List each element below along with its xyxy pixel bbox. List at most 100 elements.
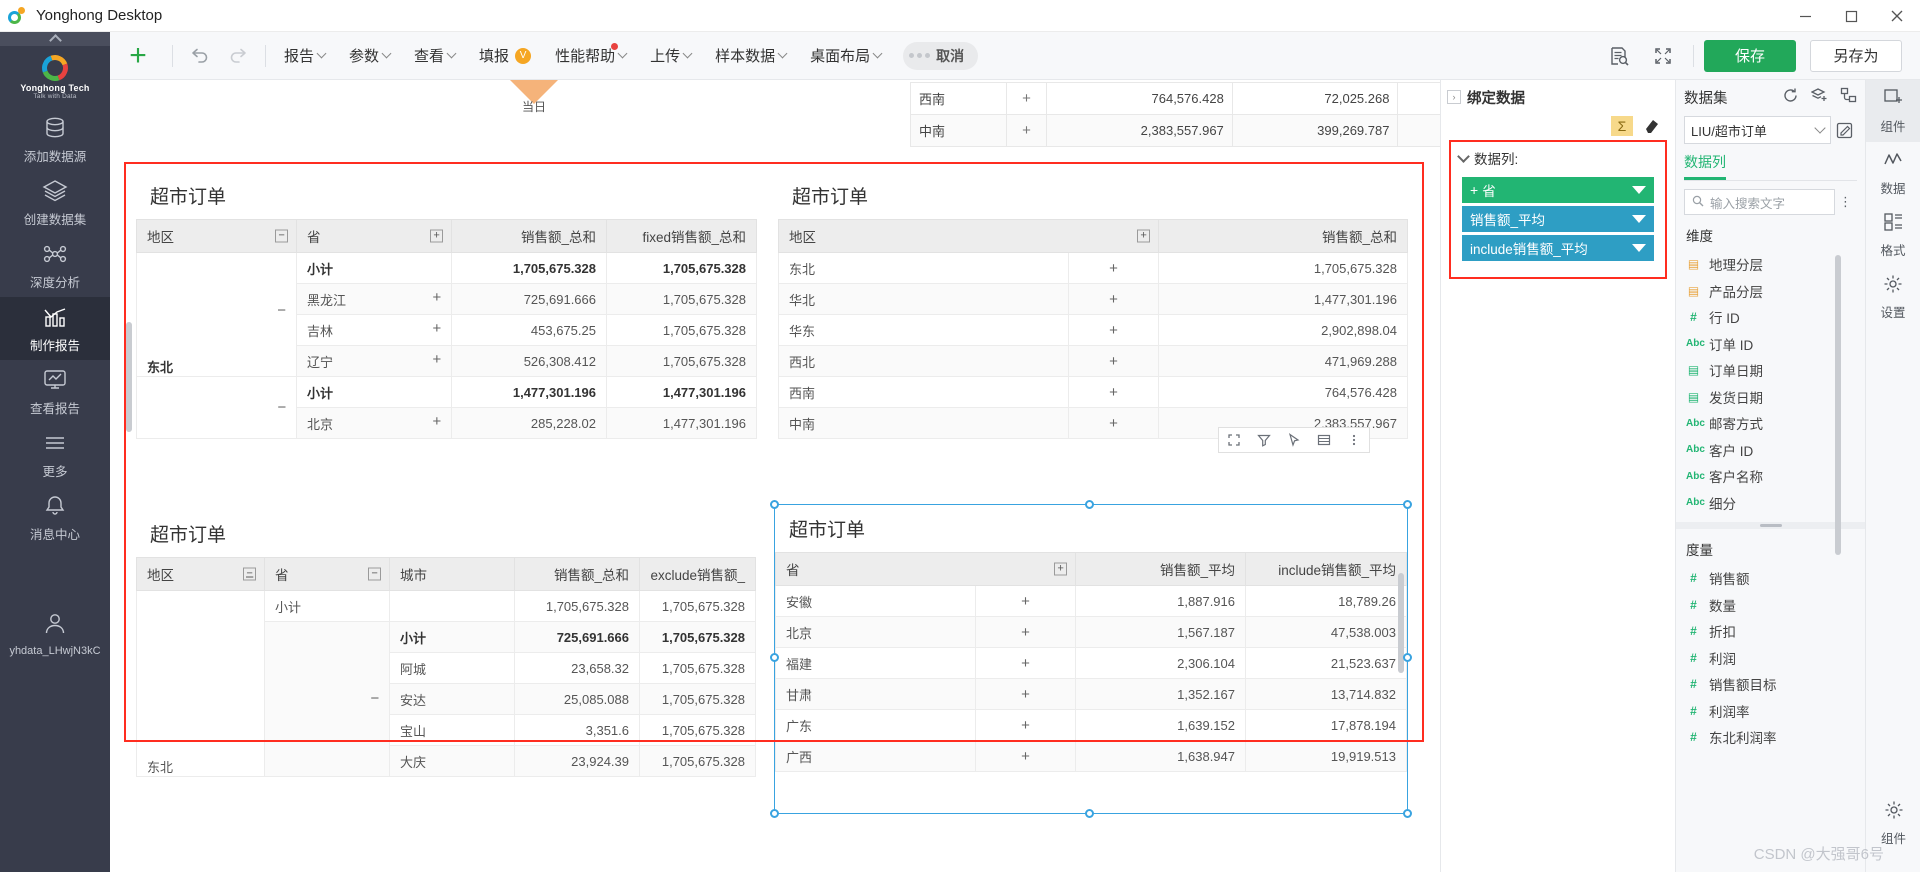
top-partial-table[interactable]: 西南 + 764,576.428 72,025.268 9.4% 中南 + 2,…: [910, 82, 1440, 147]
more-icon[interactable]: [1339, 428, 1369, 452]
rail-item-component[interactable]: 组件: [1866, 80, 1920, 142]
col-header-province[interactable]: 省 +: [296, 219, 452, 253]
collapse-icon[interactable]: −: [245, 569, 254, 586]
fullscreen-icon[interactable]: [1219, 428, 1249, 452]
panel-bottom-right[interactable]: 超市订单 省 + 销售额_平均 include销售额_平均 安徽 + 1,887.…: [770, 500, 1412, 818]
expand-icon[interactable]: +: [432, 351, 441, 368]
table-row[interactable]: 西南 + 764,576.428: [778, 376, 1408, 408]
rail-item-format[interactable]: 格式: [1866, 204, 1920, 266]
col-header-region[interactable]: 地区 +: [778, 219, 1159, 253]
expand-box-icon[interactable]: +: [1137, 229, 1150, 243]
expand-icon[interactable]: +: [1068, 345, 1159, 377]
field-northeast-profit-rate[interactable]: # 东北利润率: [1676, 724, 1865, 751]
expand-icon[interactable]: +: [432, 413, 441, 430]
expand-icon[interactable]: +: [432, 320, 441, 337]
resize-handle-middle-left[interactable]: [770, 653, 779, 662]
chevron-down-icon[interactable]: [1632, 244, 1646, 252]
filter-icon[interactable]: [1249, 428, 1279, 452]
sidebar-item-view-report[interactable]: 查看报告: [0, 360, 110, 423]
menu-fill-report[interactable]: 填报 V: [467, 32, 543, 80]
table-row[interactable]: 甘肃 + 1,352.167 13,714.832: [775, 678, 1407, 710]
col-header-province[interactable]: 省 +: [775, 552, 1076, 586]
relation-icon[interactable]: [1840, 87, 1857, 107]
chevron-down-icon[interactable]: [1632, 215, 1646, 223]
panel-scrollbar[interactable]: [126, 322, 132, 432]
panel-top-left[interactable]: 超市订单 地区 − 省 + 销售额_总和 fixed销售额_总和 − 东北 小计 1…: [126, 172, 757, 439]
col-header-exclude-sales[interactable]: exclude销售额_: [639, 557, 756, 591]
resize-handle-middle-right[interactable]: [1403, 653, 1412, 662]
col-header-region[interactable]: 地区 −: [136, 219, 297, 253]
collapse-icon[interactable]: −: [370, 691, 379, 706]
col-header-province[interactable]: 省 −: [264, 557, 390, 591]
tab-data-columns[interactable]: 数据列: [1684, 152, 1726, 180]
sidebar-item-deep-analysis[interactable]: 深度分析: [0, 234, 110, 297]
expand-icon[interactable]: +: [1068, 314, 1159, 346]
col-header-sales-sum[interactable]: 销售额_总和: [1158, 219, 1408, 253]
collapse-box-icon[interactable]: −: [368, 567, 381, 581]
table-row[interactable]: 华北 + 1,477,301.196: [778, 283, 1408, 315]
expand-box-icon[interactable]: +: [430, 229, 443, 243]
collapse-icon[interactable]: −: [277, 302, 286, 319]
resize-handle-top-center[interactable]: [1085, 500, 1094, 509]
table-row[interactable]: 安徽 + 1,887.916 18,789.26: [775, 585, 1407, 617]
expand-icon[interactable]: +: [1006, 82, 1047, 115]
menu-sample-data[interactable]: 样本数据: [703, 32, 798, 80]
refresh-icon[interactable]: [1782, 87, 1799, 107]
expand-icon[interactable]: +: [975, 709, 1076, 741]
expand-icon[interactable]: +: [975, 678, 1076, 710]
add-button[interactable]: +: [110, 32, 166, 80]
table-row[interactable]: 北京 + 1,567.187 47,538.003: [775, 616, 1407, 648]
col-header-city[interactable]: 城市: [389, 557, 515, 591]
rail-item-data[interactable]: 数据: [1866, 142, 1920, 204]
table-row[interactable]: − 东北 小计 1,705,675.328 1,705,675.328: [136, 252, 757, 377]
expand-icon[interactable]: +: [975, 616, 1076, 648]
menu-view[interactable]: 查看: [402, 32, 467, 80]
redo-icon[interactable]: [219, 32, 259, 80]
table-row[interactable]: 福建 + 2,306.104 21,523.637: [775, 647, 1407, 679]
menu-upload[interactable]: 上传: [638, 32, 703, 80]
field-sales[interactable]: # 销售额: [1676, 565, 1865, 592]
binding-chip-include-sales-avg[interactable]: include销售额_平均: [1462, 235, 1654, 261]
menu-performance-help[interactable]: 性能帮助: [543, 32, 638, 80]
pointer-icon[interactable]: [1279, 428, 1309, 452]
collapse-box-icon[interactable]: −: [275, 229, 288, 243]
more-vertical-icon[interactable]: ⋮: [1835, 194, 1857, 210]
data-columns-header[interactable]: 数据列:: [1457, 148, 1657, 168]
edit-icon[interactable]: [1831, 116, 1857, 144]
sidebar-collapse-button[interactable]: [0, 32, 110, 47]
col-header-sales-sum[interactable]: 销售额_总和: [451, 219, 607, 253]
table-row[interactable]: 广东 + 1,639.152 17,878.194: [775, 709, 1407, 741]
field-quantity[interactable]: # 数量: [1676, 592, 1865, 619]
maximize-icon[interactable]: [1828, 0, 1874, 32]
resize-handle-bottom-center[interactable]: [1085, 809, 1094, 818]
binding-chip-sales-avg[interactable]: 销售额_平均: [1462, 206, 1654, 232]
dataset-select[interactable]: LIU/超市订单: [1684, 116, 1831, 144]
expand-icon[interactable]: +: [975, 740, 1076, 772]
table-row[interactable]: 西南 + 764,576.428 72,025.268 9.4%: [910, 82, 1440, 115]
minimize-icon[interactable]: [1782, 0, 1828, 32]
undo-icon[interactable]: [179, 32, 219, 80]
panel-top-right[interactable]: 超市订单 地区 + 销售额_总和 东北 + 1,705,675.328 华北 + …: [778, 172, 1408, 453]
list-icon[interactable]: [1309, 428, 1339, 452]
dataset-scrollbar[interactable]: [1835, 255, 1841, 555]
collapse-icon[interactable]: −: [277, 400, 286, 415]
menu-report[interactable]: 报告: [272, 32, 337, 80]
resize-handle-bottom-left[interactable]: [770, 809, 779, 818]
field-sales-target[interactable]: # 销售额目标: [1676, 671, 1865, 698]
table-row[interactable]: 广西 + 1,638.947 19,919.513: [775, 740, 1407, 772]
sidebar-item-more[interactable]: 更多: [0, 423, 110, 486]
report-canvas[interactable]: 当日 西南 + 764,576.428 72,025.268 9.4% 中南 +…: [110, 80, 1440, 872]
table-row[interactable]: 华东 + 2,902,898.04: [778, 314, 1408, 346]
expand-icon[interactable]: +: [1006, 114, 1047, 147]
table-row[interactable]: 中南 + 2,383,557.967 399,269.787 16.8%: [910, 114, 1440, 147]
close-icon[interactable]: [1874, 0, 1920, 32]
sidebar-item-add-datasource[interactable]: 添加数据源: [0, 108, 110, 171]
add-dataset-icon[interactable]: [1810, 87, 1828, 107]
eraser-icon[interactable]: [1643, 116, 1661, 134]
col-header-sales-avg[interactable]: 销售额_平均: [1075, 552, 1246, 586]
sidebar-item-message-center[interactable]: 消息中心: [0, 486, 110, 549]
expand-icon[interactable]: +: [975, 585, 1076, 617]
col-header-sales-sum[interactable]: 销售额_总和: [514, 557, 640, 591]
chevron-down-icon[interactable]: [1632, 186, 1646, 194]
field-discount[interactable]: # 折扣: [1676, 618, 1865, 645]
